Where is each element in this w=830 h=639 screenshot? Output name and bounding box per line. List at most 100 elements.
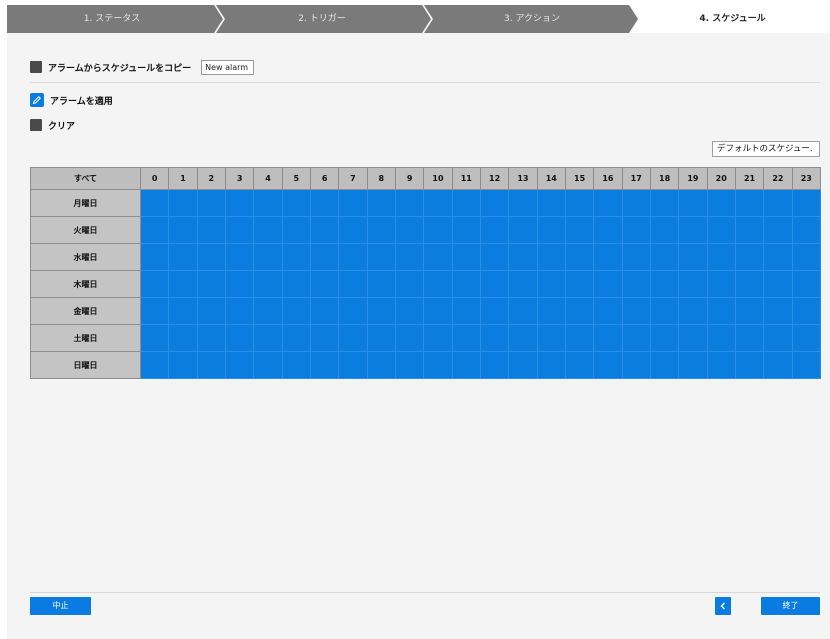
schedule-cell[interactable] [536,270,566,298]
schedule-cell[interactable] [196,297,226,325]
schedule-cell[interactable] [649,216,680,244]
hour-header[interactable]: 11 [451,167,481,190]
schedule-cell[interactable] [253,297,283,325]
schedule-cell[interactable] [621,297,651,325]
schedule-cell[interactable] [734,297,765,325]
schedule-cell[interactable] [621,243,651,271]
schedule-cell[interactable] [366,297,396,325]
schedule-cell[interactable] [253,243,283,271]
schedule-cell[interactable] [423,351,453,379]
hour-header[interactable]: 16 [593,167,623,190]
schedule-cell[interactable] [649,270,680,298]
hour-header[interactable]: 4 [253,167,283,190]
schedule-cell[interactable] [139,189,170,217]
schedule-cell[interactable] [338,216,368,244]
schedule-cell[interactable] [338,297,368,325]
schedule-cell[interactable] [479,243,510,271]
schedule-cell[interactable] [253,351,283,379]
apply-alarm-row[interactable]: アラームを適用 [30,92,113,108]
schedule-cell[interactable] [338,270,368,298]
schedule-cell[interactable] [253,216,283,244]
schedule-cell[interactable] [196,216,226,244]
schedule-cell[interactable] [423,324,453,352]
step-schedule[interactable]: 4. スケジュール [635,5,830,33]
schedule-cell[interactable] [593,351,623,379]
schedule-cell[interactable] [536,216,566,244]
hour-header[interactable]: 23 [791,167,822,190]
schedule-cell[interactable] [168,216,198,244]
schedule-cell[interactable] [338,324,368,352]
schedule-cell[interactable] [791,189,822,217]
schedule-cell[interactable] [224,351,255,379]
schedule-cell[interactable] [791,297,822,325]
schedule-cell[interactable] [536,351,566,379]
schedule-cell[interactable] [734,324,765,352]
schedule-cell[interactable] [791,216,822,244]
schedule-cell[interactable] [678,297,708,325]
cancel-button[interactable]: 中止 [30,597,91,615]
day-header[interactable]: 木曜日 [30,270,141,298]
schedule-cell[interactable] [224,270,255,298]
pen-icon[interactable] [30,93,44,107]
day-header[interactable]: 日曜日 [30,351,141,379]
schedule-cell[interactable] [139,324,170,352]
schedule-cell[interactable] [536,243,566,271]
eraser-icon[interactable] [30,119,42,131]
schedule-cell[interactable] [649,324,680,352]
schedule-cell[interactable] [508,297,538,325]
schedule-cell[interactable] [536,297,566,325]
step-action[interactable]: 3. アクション [427,5,637,33]
schedule-cell[interactable] [366,243,396,271]
default-schedule-button[interactable]: デフォルトのスケジュー. [712,141,820,157]
hour-header[interactable]: 13 [508,167,538,190]
schedule-cell[interactable] [309,351,340,379]
schedule-cell[interactable] [536,324,566,352]
schedule-cell[interactable] [706,324,736,352]
hour-header[interactable]: 18 [649,167,680,190]
schedule-cell[interactable] [706,243,736,271]
schedule-cell[interactable] [508,189,538,217]
schedule-cell[interactable] [394,270,425,298]
finish-button[interactable]: 終了 [761,597,820,615]
day-header[interactable]: 土曜日 [30,324,141,352]
schedule-grid[interactable]: すべて 0 1 2 3 4 5 6 7 8 9 10 11 12 13 14 15 16 17 18 19 20 21 22… [30,167,822,379]
schedule-cell[interactable] [593,324,623,352]
schedule-cell[interactable] [678,216,708,244]
schedule-cell[interactable] [281,216,311,244]
schedule-cell[interactable] [678,189,708,217]
schedule-cell[interactable] [649,351,680,379]
schedule-cell[interactable] [564,216,595,244]
schedule-cell[interactable] [508,324,538,352]
schedule-cell[interactable] [338,351,368,379]
schedule-cell[interactable] [338,243,368,271]
schedule-cell[interactable] [139,270,170,298]
schedule-cell[interactable] [196,351,226,379]
hour-header[interactable]: 14 [536,167,566,190]
schedule-cell[interactable] [763,351,793,379]
schedule-cell[interactable] [394,189,425,217]
schedule-cell[interactable] [423,297,453,325]
alarm-name-field[interactable]: New alarm [201,59,255,75]
schedule-cell[interactable] [309,324,340,352]
schedule-cell[interactable] [508,216,538,244]
schedule-cell[interactable] [763,270,793,298]
hour-header[interactable]: 22 [763,167,793,190]
schedule-cell[interactable] [564,189,595,217]
hour-header[interactable]: 5 [281,167,311,190]
schedule-cell[interactable] [168,270,198,298]
schedule-cell[interactable] [706,216,736,244]
schedule-cell[interactable] [791,243,822,271]
schedule-cell[interactable] [678,324,708,352]
schedule-cell[interactable] [706,270,736,298]
schedule-cell[interactable] [281,243,311,271]
schedule-cell[interactable] [479,216,510,244]
schedule-cell[interactable] [734,351,765,379]
schedule-cell[interactable] [338,189,368,217]
schedule-cell[interactable] [423,189,453,217]
schedule-cell[interactable] [451,351,481,379]
schedule-cell[interactable] [564,324,595,352]
schedule-cell[interactable] [734,189,765,217]
schedule-cell[interactable] [564,351,595,379]
schedule-cell[interactable] [451,243,481,271]
schedule-cell[interactable] [168,297,198,325]
